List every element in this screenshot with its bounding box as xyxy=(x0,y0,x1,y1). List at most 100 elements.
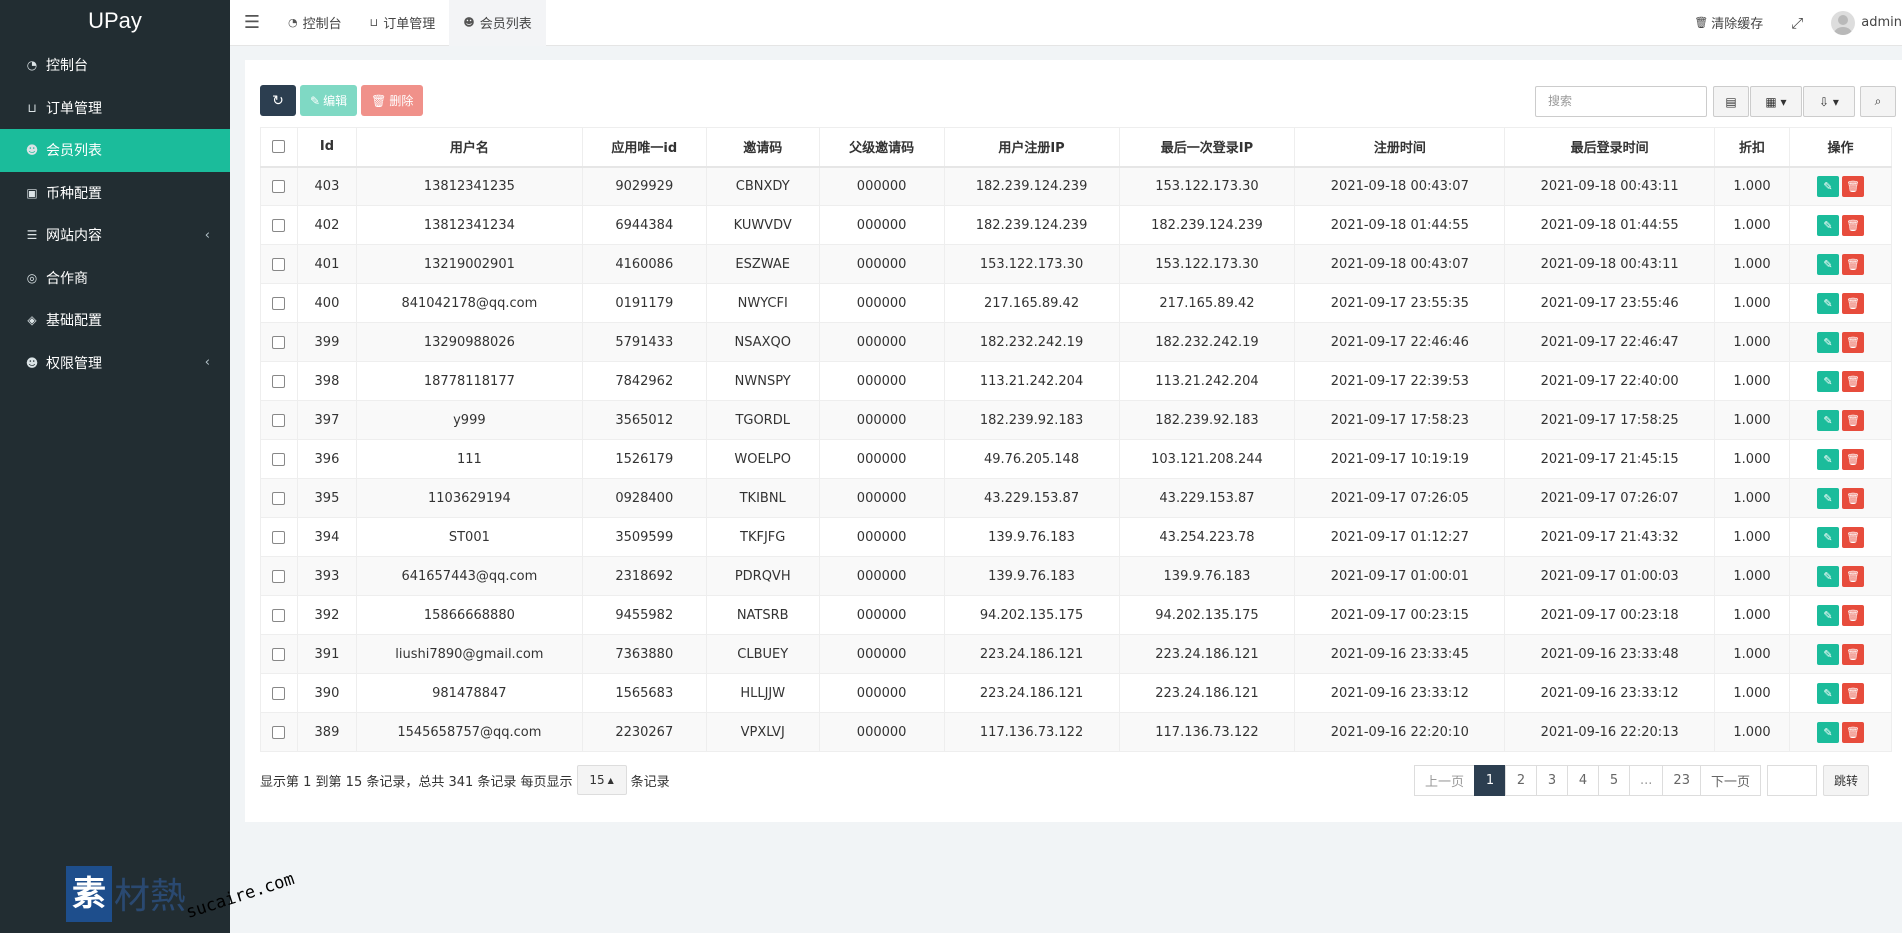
sidebar-item-6[interactable]: ◈ 基础配置 xyxy=(0,299,230,342)
row-checkbox[interactable] xyxy=(272,725,286,739)
row-delete-button[interactable]: 🗑 xyxy=(1842,643,1864,665)
row-delete-button[interactable]: 🗑 xyxy=(1842,175,1864,197)
brand-logo[interactable]: UPay xyxy=(0,0,230,44)
row-edit-button[interactable]: ✎ xyxy=(1817,253,1839,275)
column-header[interactable]: 邀请码 xyxy=(705,127,820,168)
column-header[interactable]: 用户名 xyxy=(355,127,583,168)
row-checkbox[interactable] xyxy=(272,647,286,661)
row-delete-button[interactable]: 🗑 xyxy=(1842,448,1864,470)
page-button[interactable]: 5 xyxy=(1598,765,1631,796)
row-delete-button[interactable]: 🗑 xyxy=(1842,721,1864,743)
row-edit-button[interactable]: ✎ xyxy=(1817,175,1839,197)
row-checkbox[interactable] xyxy=(272,452,286,466)
column-header[interactable]: 操作 xyxy=(1789,127,1892,168)
row-delete-button[interactable]: 🗑 xyxy=(1842,526,1864,548)
user-menu[interactable]: admin xyxy=(1817,10,1902,35)
page-button[interactable]: 2 xyxy=(1505,765,1538,796)
table-cell: 94.202.135.175 xyxy=(1118,595,1296,635)
delete-button[interactable]: 🗑 删除 xyxy=(361,85,424,116)
row-checkbox[interactable] xyxy=(272,686,286,700)
toggle-view-button[interactable]: ▤ xyxy=(1713,86,1749,117)
export-button[interactable]: ⇩ ▾ xyxy=(1803,86,1855,117)
row-edit-button[interactable]: ✎ xyxy=(1817,682,1839,704)
columns-button[interactable]: ▦ ▾ xyxy=(1750,86,1802,117)
row-delete-button[interactable]: 🗑 xyxy=(1842,370,1864,392)
fullscreen-icon[interactable]: ⤢ xyxy=(1777,14,1817,32)
page-button[interactable]: ... xyxy=(1629,765,1664,796)
row-delete-button[interactable]: 🗑 xyxy=(1842,292,1864,314)
hamburger-menu-icon[interactable]: ☰ xyxy=(230,12,274,33)
edit-button[interactable]: ✎ 编辑 xyxy=(300,85,358,116)
row-checkbox[interactable] xyxy=(272,257,286,271)
sidebar-item-2[interactable]: ☻ 会员列表 xyxy=(0,129,230,172)
sidebar-item-3[interactable]: ▣ 币种配置 xyxy=(0,172,230,215)
column-header[interactable]: 最后一次登录IP xyxy=(1118,127,1296,168)
row-checkbox[interactable] xyxy=(272,413,286,427)
search-button[interactable]: ⌕ xyxy=(1860,86,1896,117)
row-edit-button[interactable]: ✎ xyxy=(1817,214,1839,236)
jump-page-input[interactable] xyxy=(1766,765,1817,796)
row-delete-button[interactable]: 🗑 xyxy=(1842,565,1864,587)
search-input[interactable]: 搜索 xyxy=(1535,86,1707,117)
page-button[interactable]: 3 xyxy=(1536,765,1569,796)
row-delete-button[interactable]: 🗑 xyxy=(1842,682,1864,704)
page-size-select[interactable]: 15 ▲ xyxy=(576,765,627,795)
row-edit-button[interactable]: ✎ xyxy=(1817,721,1839,743)
column-header[interactable]: Id xyxy=(296,127,357,168)
page-button[interactable]: 4 xyxy=(1567,765,1600,796)
chevron-left-icon[interactable]: ‹ xyxy=(205,355,210,370)
jump-button[interactable]: 跳转 xyxy=(1822,765,1869,796)
row-checkbox[interactable] xyxy=(272,296,286,310)
column-header[interactable]: 应用唯一id xyxy=(581,127,707,168)
row-checkbox[interactable] xyxy=(272,335,286,349)
prev-page-button[interactable]: 上一页 xyxy=(1414,765,1476,796)
row-checkbox[interactable] xyxy=(272,179,286,193)
row-edit-button[interactable]: ✎ xyxy=(1817,643,1839,665)
table-cell: 2021-09-18 01:44:55 xyxy=(1504,205,1716,245)
tab-0[interactable]: ◔ 控制台 xyxy=(274,0,356,46)
row-delete-button[interactable]: 🗑 xyxy=(1842,604,1864,626)
row-edit-button[interactable]: ✎ xyxy=(1817,370,1839,392)
row-edit-button[interactable]: ✎ xyxy=(1817,526,1839,548)
table-cell: 394 xyxy=(296,517,357,557)
row-checkbox[interactable] xyxy=(272,218,286,232)
column-header[interactable]: 折扣 xyxy=(1714,127,1790,168)
table-cell: 2230267 xyxy=(581,712,707,752)
next-page-button[interactable]: 下一页 xyxy=(1699,765,1761,796)
column-header[interactable]: 注册时间 xyxy=(1294,127,1506,168)
row-edit-button[interactable]: ✎ xyxy=(1817,487,1839,509)
sidebar-item-1[interactable]: ⊔ 订单管理 xyxy=(0,87,230,130)
row-checkbox[interactable] xyxy=(272,530,286,544)
row-delete-button[interactable]: 🗑 xyxy=(1842,214,1864,236)
row-delete-button[interactable]: 🗑 xyxy=(1842,409,1864,431)
row-delete-button[interactable]: 🗑 xyxy=(1842,487,1864,509)
tab-2[interactable]: ☻ 会员列表 xyxy=(449,0,546,46)
page-button[interactable]: 1 xyxy=(1474,765,1507,796)
page-button[interactable]: 23 xyxy=(1662,765,1701,796)
clear-cache-button[interactable]: 🗑 清除缓存 xyxy=(1680,13,1777,32)
row-edit-button[interactable]: ✎ xyxy=(1817,448,1839,470)
column-header[interactable]: 用户注册IP xyxy=(943,127,1120,168)
table-cell: CLBUEY xyxy=(705,634,820,674)
row-edit-button[interactable]: ✎ xyxy=(1817,331,1839,353)
row-edit-button[interactable]: ✎ xyxy=(1817,292,1839,314)
sidebar-item-0[interactable]: ◔ 控制台 xyxy=(0,44,230,87)
column-header[interactable]: 最后登录时间 xyxy=(1504,127,1716,168)
row-checkbox[interactable] xyxy=(272,569,286,583)
chevron-left-icon[interactable]: ‹ xyxy=(205,228,210,243)
row-edit-button[interactable]: ✎ xyxy=(1817,604,1839,626)
refresh-button[interactable]: ↻ xyxy=(260,85,296,116)
row-edit-button[interactable]: ✎ xyxy=(1817,409,1839,431)
row-delete-button[interactable]: 🗑 xyxy=(1842,253,1864,275)
sidebar-item-7[interactable]: ☻ 权限管理 ‹ xyxy=(0,342,230,385)
row-edit-button[interactable]: ✎ xyxy=(1817,565,1839,587)
row-checkbox[interactable] xyxy=(272,374,286,388)
column-header[interactable]: 父级邀请码 xyxy=(818,127,945,168)
row-checkbox[interactable] xyxy=(272,608,286,622)
row-delete-button[interactable]: 🗑 xyxy=(1842,331,1864,353)
select-all-checkbox[interactable] xyxy=(272,140,286,154)
sidebar-item-5[interactable]: ◎ 合作商 xyxy=(0,257,230,300)
row-checkbox[interactable] xyxy=(272,491,286,505)
tab-1[interactable]: ⊔ 订单管理 xyxy=(356,0,450,46)
sidebar-item-4[interactable]: ☰ 网站内容 ‹ xyxy=(0,214,230,257)
